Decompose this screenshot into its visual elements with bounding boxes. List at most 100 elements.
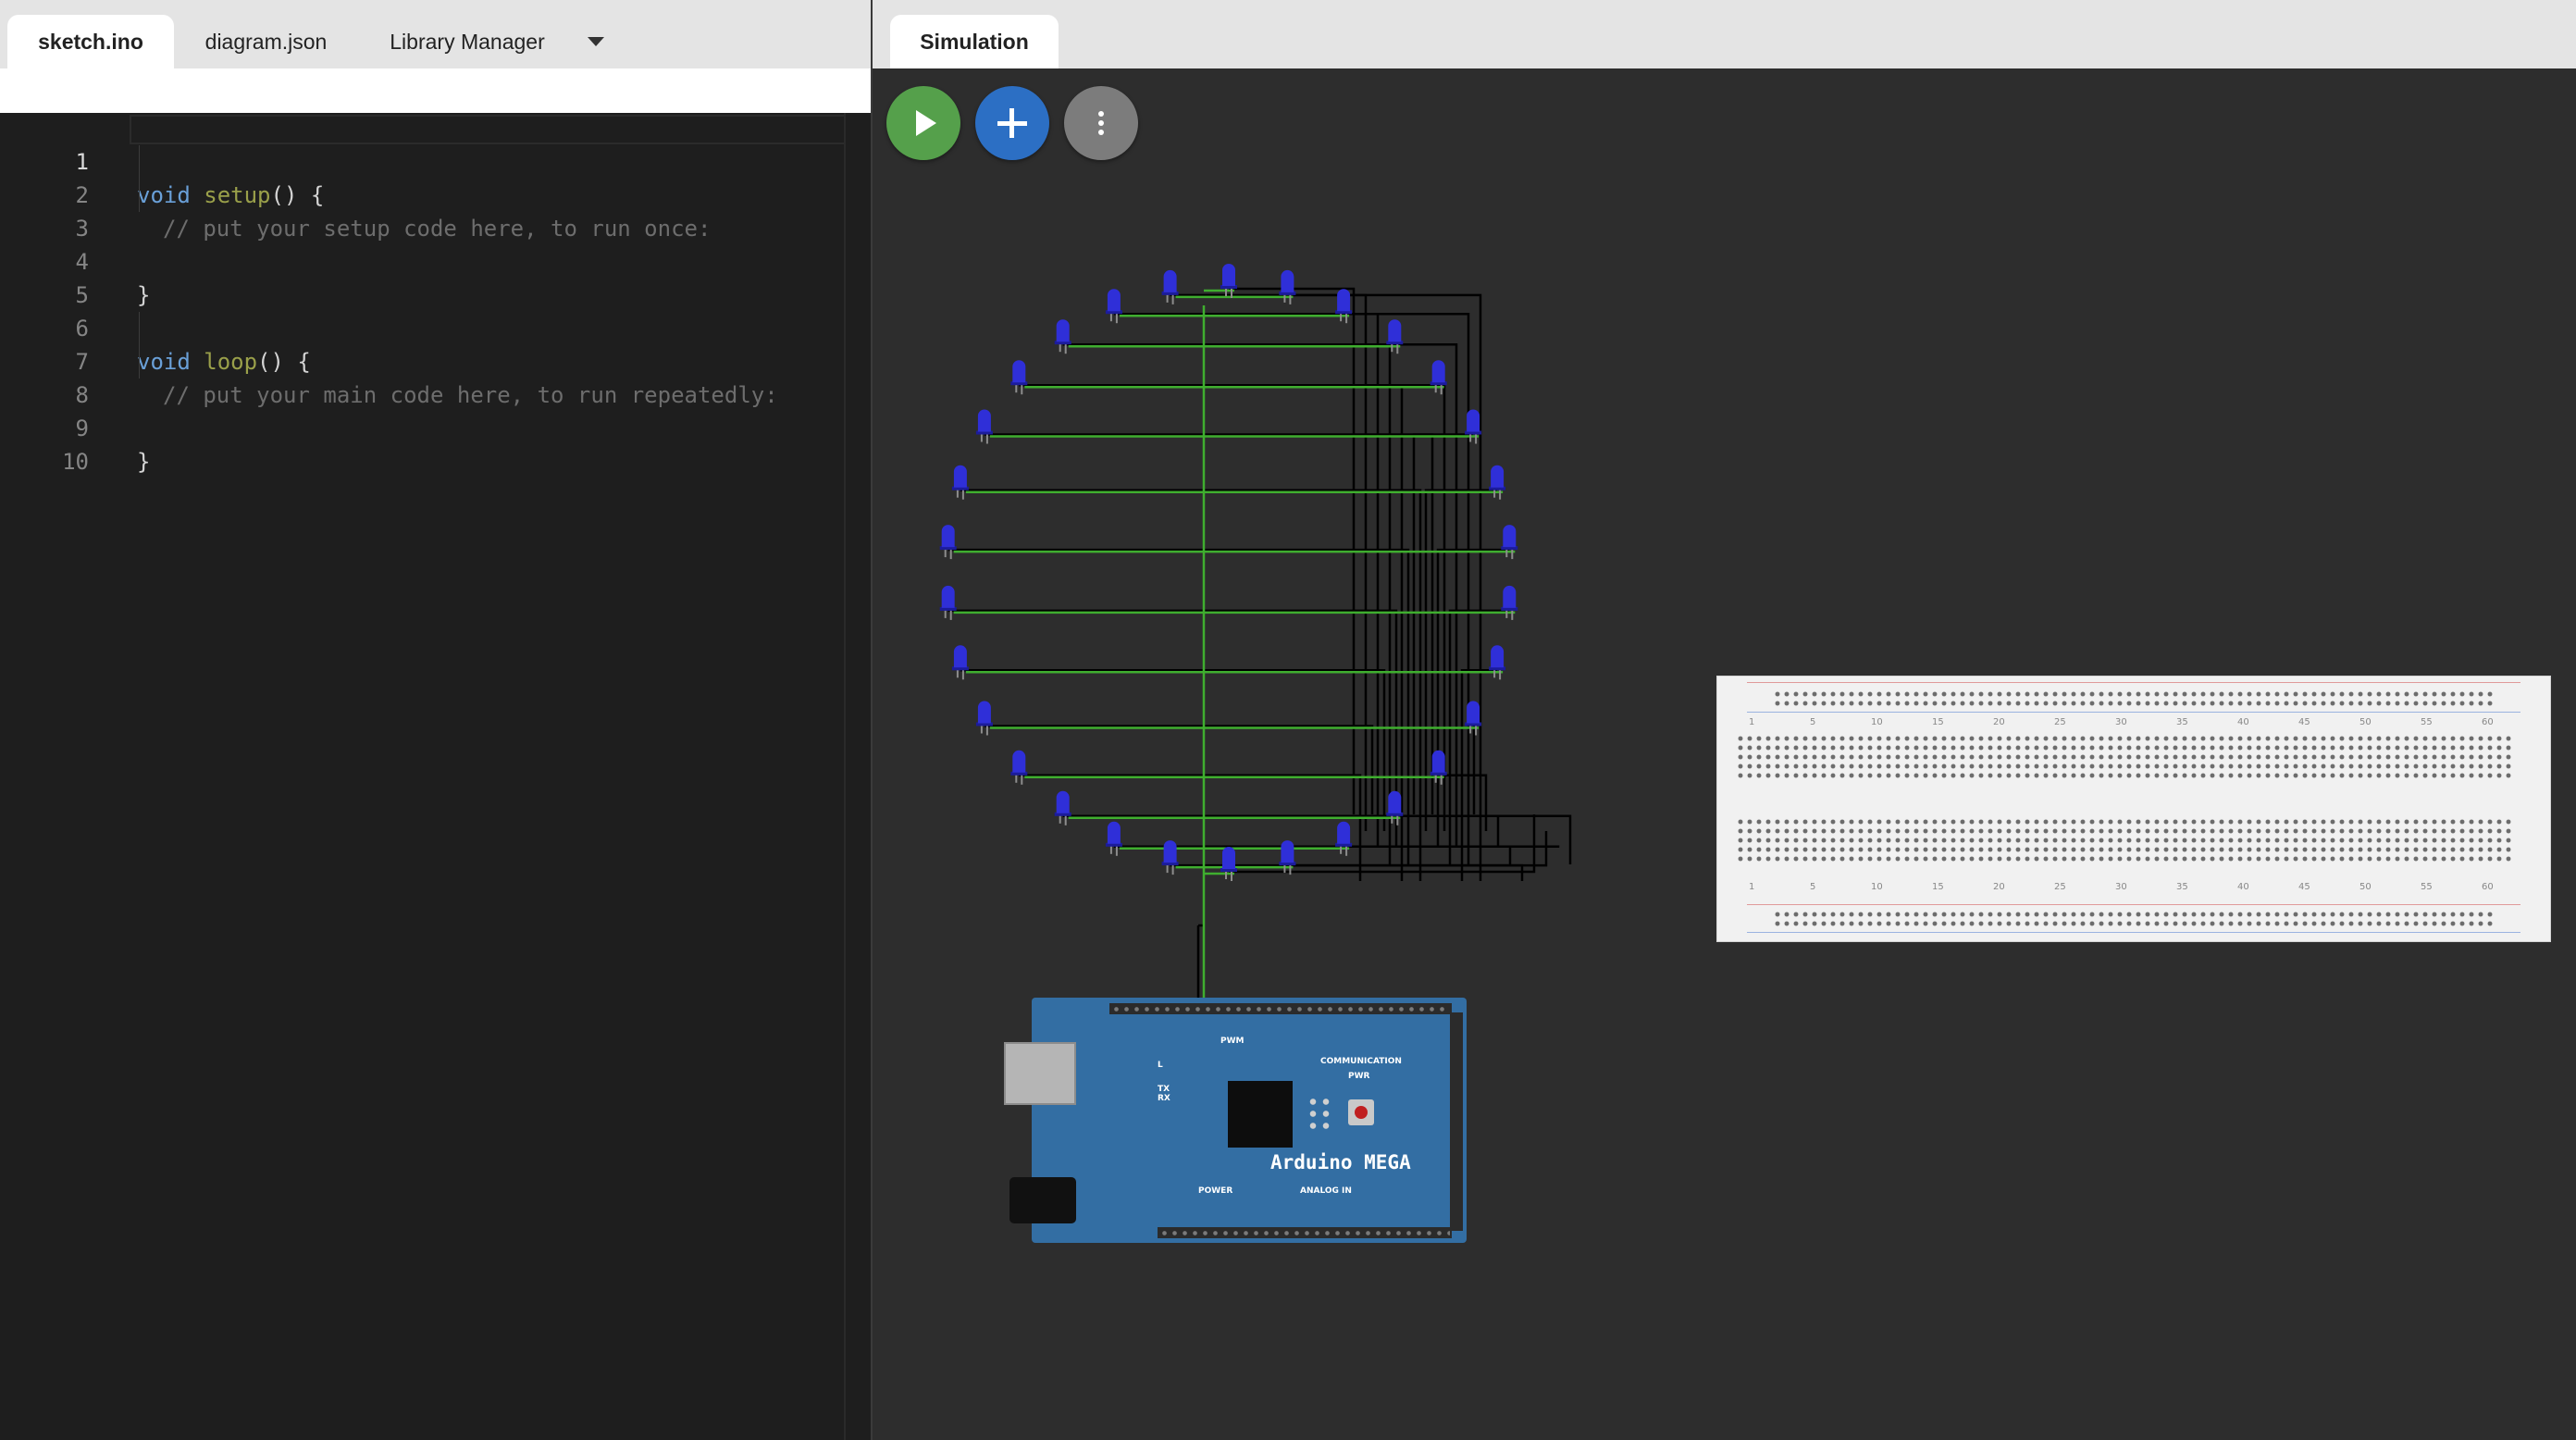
led-body [977, 701, 991, 724]
arduino-mega[interactable]: PWM COMMUNICATION PWR L TX RX POWER ANAL… [1004, 998, 1476, 1243]
blue-led[interactable] [951, 465, 969, 500]
blue-led[interactable] [939, 525, 957, 560]
led-body [1491, 465, 1505, 488]
breadboard-bottom-terminals [1736, 817, 2513, 865]
tab-sketch-ino[interactable]: sketch.ino [7, 15, 174, 68]
led-body [1163, 269, 1177, 292]
breadboard-column-number: 25 [2054, 717, 2066, 727]
breadboard-column-number: 60 [2482, 882, 2494, 892]
blue-led[interactable] [1054, 319, 1071, 354]
code-line[interactable]: 7 // put your main code here, to run rep… [0, 312, 844, 408]
blue-led[interactable] [1279, 269, 1296, 304]
blue-led[interactable] [1279, 840, 1296, 875]
reset-button[interactable] [1348, 1099, 1374, 1125]
code-line[interactable]: 1 void setup() { [0, 112, 844, 208]
led-body [1431, 360, 1445, 383]
blue-led[interactable] [1220, 847, 1237, 881]
tab-diagram-json[interactable]: diagram.json [185, 15, 347, 68]
code-line[interactable]: 3 [0, 179, 844, 242]
blue-led[interactable] [1010, 750, 1028, 785]
breadboard-column-number: 5 [1810, 717, 1816, 727]
blue-led[interactable] [939, 585, 957, 620]
breadboard-ground-rail [1747, 712, 2520, 713]
editor-tab-bar: sketch.ino diagram.json Library Manager [0, 0, 871, 68]
more-options-button[interactable] [1064, 86, 1138, 160]
led-body [1056, 790, 1070, 813]
led-body [1467, 701, 1480, 724]
code-line[interactable]: 9 } [0, 379, 844, 475]
led-body [941, 585, 955, 608]
power-analog-pins [1159, 1228, 1450, 1238]
blue-led[interactable] [1501, 525, 1518, 560]
power-jack [1009, 1177, 1076, 1223]
breadboard-column-number: 45 [2298, 882, 2310, 892]
led-body [1431, 750, 1445, 773]
pwr-label: PWR [1348, 1072, 1370, 1081]
code-line[interactable]: 10 [0, 412, 844, 475]
breadboard[interactable]: 1 5 10 15 20 25 30 35 40 45 50 55 60 1 5 10 15 20 25 30 35 4… [1716, 676, 2551, 942]
code-line[interactable]: 8 [0, 345, 844, 408]
blue-led[interactable] [1220, 264, 1237, 298]
breadboard-column-number: 10 [1871, 717, 1883, 727]
blue-led[interactable] [1105, 821, 1122, 856]
led-signal-wire [1113, 312, 1470, 864]
blue-led[interactable] [1335, 289, 1353, 324]
led-signal-wire [1472, 725, 1476, 814]
icsp-header [1307, 1096, 1332, 1131]
usb-port [1004, 1042, 1076, 1105]
breadboard-rail-holes [1773, 689, 2495, 708]
blue-led[interactable] [975, 701, 993, 736]
tx-label: TX [1158, 1085, 1170, 1094]
led-body [1503, 585, 1517, 608]
led-body [1012, 360, 1026, 383]
pwm-label: PWM [1220, 1037, 1245, 1046]
editor-scrollbar[interactable] [844, 113, 873, 1440]
breadboard-column-number: 1 [1749, 717, 1755, 727]
blue-led[interactable] [1501, 585, 1518, 620]
blue-led[interactable] [1335, 821, 1353, 856]
breadboard-column-number: 15 [1932, 882, 1944, 892]
more-dot-icon [1098, 120, 1104, 126]
blue-led[interactable] [1161, 269, 1179, 304]
blue-led[interactable] [1054, 790, 1071, 826]
breadboard-column-number: 20 [1993, 717, 2005, 727]
led-body [1107, 821, 1121, 844]
breadboard-top-terminals [1736, 734, 2513, 782]
led-body [1467, 409, 1480, 432]
code-line[interactable]: 2 // put your setup code here, to run on… [0, 145, 844, 242]
blue-led[interactable] [1010, 360, 1028, 395]
analog-in-label: ANALOG IN [1300, 1186, 1352, 1196]
led-l-label: L [1158, 1061, 1163, 1070]
line-number: 10 [62, 449, 89, 475]
breadboard-column-number: 30 [2115, 717, 2127, 727]
led-signal-wire [1388, 342, 1395, 864]
board-title: Arduino MEGA [1270, 1151, 1411, 1173]
blue-led[interactable] [975, 409, 993, 444]
led-body [1388, 790, 1402, 813]
blue-led[interactable] [1489, 465, 1506, 500]
breadboard-column-number: 25 [2054, 882, 2066, 892]
code-line[interactable]: 6 void loop() { [0, 279, 844, 375]
tabs-dropdown-icon[interactable] [583, 15, 611, 68]
blue-led[interactable] [1161, 840, 1179, 875]
start-simulation-button[interactable] [886, 86, 960, 160]
add-part-button[interactable] [975, 86, 1049, 160]
communication-label: COMMUNICATION [1320, 1057, 1402, 1066]
code-line[interactable]: 5 [0, 245, 844, 308]
tab-library-manager[interactable]: Library Manager [370, 15, 564, 68]
breadboard-column-number: 45 [2298, 717, 2310, 727]
breadboard-column-number: 40 [2237, 882, 2249, 892]
breadboard-column-number: 35 [2176, 717, 2188, 727]
code-line[interactable]: 4 } [0, 212, 844, 308]
more-dot-icon [1098, 130, 1104, 135]
breadboard-power-rail [1747, 682, 2520, 683]
indent-guide [139, 312, 140, 379]
digital-pins [1111, 1004, 1450, 1014]
blue-led[interactable] [951, 645, 969, 680]
rx-label: RX [1158, 1094, 1170, 1103]
blue-led[interactable] [1489, 645, 1506, 680]
blue-led[interactable] [1105, 289, 1122, 324]
led-signal-wire [1062, 814, 1572, 864]
led-signal-wire [1394, 814, 1500, 848]
led-body [953, 645, 967, 668]
